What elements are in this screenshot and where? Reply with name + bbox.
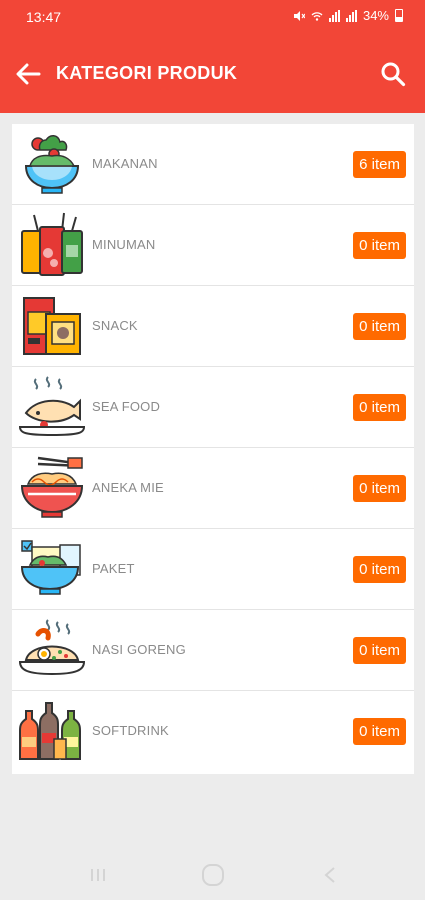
salad-bowl-icon: [24, 135, 80, 194]
category-row-minuman[interactable]: MINUMAN 0 item: [12, 205, 414, 286]
toolbar: KATEGORI PRODUK: [0, 42, 425, 104]
category-label: MINUMAN: [92, 237, 156, 252]
back-button[interactable]: [8, 54, 48, 94]
battery-percent: 34%: [362, 8, 389, 23]
category-label: SOFTDRINK: [92, 723, 169, 738]
wifi-icon: [311, 11, 323, 21]
soda-bottles-icon: [19, 702, 81, 760]
recent-apps-icon[interactable]: [86, 864, 112, 886]
item-count-badge: 0 item: [353, 232, 406, 259]
signal-icon: [328, 9, 340, 22]
category-label: SEA FOOD: [92, 399, 161, 414]
category-row-snack[interactable]: SNACK 0 item: [12, 286, 414, 367]
item-count-badge: 0 item: [353, 313, 406, 340]
item-count-badge: 0 item: [353, 637, 406, 664]
meal-package-icon: [20, 540, 81, 595]
signal-icon-2: [345, 9, 357, 22]
category-label: PAKET: [92, 561, 135, 576]
category-row-makanan[interactable]: MAKANAN 6 item: [12, 124, 414, 205]
category-label: MAKANAN: [92, 156, 158, 171]
category-row-nasi-goreng[interactable]: NASI GORENG 0 item: [12, 610, 414, 691]
status-bar: 13:47 34%: [0, 0, 425, 34]
item-count-badge: 6 item: [353, 151, 406, 178]
item-count-badge: 0 item: [353, 556, 406, 583]
search-icon: [381, 62, 406, 87]
mute-icon: [293, 10, 305, 21]
seafood-plate-icon: [18, 376, 86, 437]
battery-icon: [395, 9, 403, 22]
item-count-badge: 0 item: [353, 394, 406, 421]
category-label: SNACK: [92, 318, 138, 333]
drinks-icon: [21, 212, 83, 276]
fried-rice-plate-icon: [18, 619, 86, 676]
app-bar: 13:47 34% KATEGORI PRODUK: [0, 0, 425, 113]
snack-pack-icon: [23, 297, 81, 355]
system-nav-bar: [0, 850, 425, 900]
search-button[interactable]: [373, 54, 413, 94]
category-row-paket[interactable]: PAKET 0 item: [12, 529, 414, 610]
page-title: KATEGORI PRODUK: [56, 63, 238, 83]
status-time: 13:47: [26, 9, 62, 25]
item-count-badge: 0 item: [353, 718, 406, 745]
category-label: ANEKA MIE: [92, 480, 164, 495]
category-row-softdrink[interactable]: SOFTDRINK 0 item: [12, 691, 414, 772]
category-row-sea-food[interactable]: SEA FOOD 0 item: [12, 367, 414, 448]
home-icon[interactable]: [200, 864, 226, 886]
noodle-bowl-icon: [20, 456, 84, 518]
arrow-left-icon: [16, 63, 41, 85]
category-list: MAKANAN 6 item MINUMAN 0 item SNACK 0 it…: [12, 124, 414, 774]
back-nav-icon[interactable]: [318, 864, 344, 886]
category-label: NASI GORENG: [92, 642, 186, 657]
item-count-badge: 0 item: [353, 475, 406, 502]
status-icons: 34%: [293, 8, 403, 23]
category-row-aneka-mie[interactable]: ANEKA MIE 0 item: [12, 448, 414, 529]
